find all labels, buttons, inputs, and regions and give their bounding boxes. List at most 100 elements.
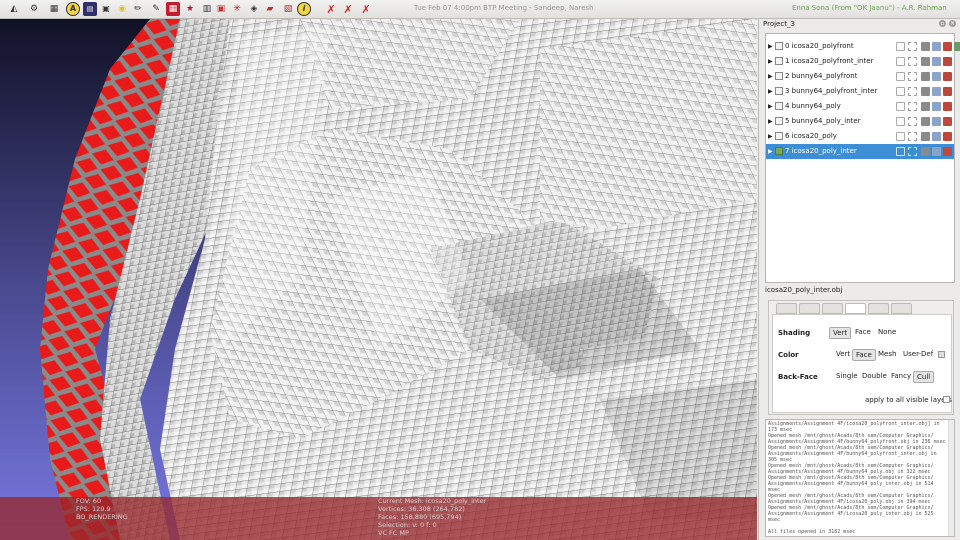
layer-paint-icon[interactable] (943, 132, 952, 141)
layer-info-icon[interactable] (896, 102, 905, 111)
backface-cull-option[interactable]: Cull (913, 371, 935, 383)
color-vert-option[interactable]: Vert (833, 349, 853, 359)
visibility-checkbox[interactable] (775, 42, 783, 50)
layer-info-icon[interactable] (896, 87, 905, 96)
layer-tag-icon[interactable] (921, 132, 930, 141)
scan-icon[interactable]: ▧ (281, 2, 295, 16)
visibility-checkbox[interactable] (775, 117, 783, 125)
layer-select-icon[interactable] (908, 72, 917, 81)
layer-select-icon[interactable] (908, 117, 917, 126)
layer-paint-icon[interactable] (943, 57, 952, 66)
layer-tag-icon[interactable] (921, 57, 930, 66)
color-face-option[interactable]: Face (852, 349, 876, 361)
help-icon[interactable]: i (297, 2, 311, 16)
splat-icon[interactable]: ▥ (200, 2, 214, 16)
layer-paint-icon[interactable] (943, 102, 952, 111)
backface-fancy-option[interactable]: Fancy (888, 371, 914, 381)
disk-icon[interactable]: ◭ (7, 2, 21, 16)
layer-tag-icon[interactable] (921, 72, 930, 81)
expand-arrow-icon[interactable]: ▶ (768, 88, 773, 95)
layer-color-icon[interactable] (932, 117, 941, 126)
layer-tag-icon[interactable] (921, 87, 930, 96)
layer-row-5[interactable]: ▶ 5 bunny64_poly_inter (766, 114, 954, 129)
expand-arrow-icon[interactable]: ▶ (768, 103, 773, 110)
expand-arrow-icon[interactable]: ▶ (768, 58, 773, 65)
settings-icon[interactable]: ⚙ (27, 2, 41, 16)
expand-arrow-icon[interactable]: ▶ (768, 118, 773, 125)
float-button[interactable]: ▫ (939, 20, 946, 27)
backface-double-option[interactable]: Double (859, 371, 890, 381)
layer-select-icon[interactable] (908, 87, 917, 96)
log-scrollbar[interactable] (948, 420, 954, 536)
plugin-icon[interactable]: ▦ (166, 2, 180, 16)
tab-hidden-lines[interactable] (822, 303, 843, 314)
layer-row-1[interactable]: ▶ 1 icosa20_polyfront_inter (766, 54, 954, 69)
user-color-swatch[interactable] (938, 351, 945, 358)
colors-icon[interactable]: ▣ (99, 2, 113, 16)
layer-tag-icon[interactable] (921, 147, 930, 156)
info-box-icon[interactable]: ▤ (83, 2, 97, 16)
visibility-checkbox[interactable] (775, 87, 783, 95)
layer-paint-icon[interactable] (943, 42, 952, 51)
layer-info-icon[interactable] (896, 117, 905, 126)
layer-decorate-icon[interactable] (954, 42, 960, 51)
layer-color-icon[interactable] (932, 132, 941, 141)
visibility-checkbox[interactable] (775, 147, 783, 155)
layer-tag-icon[interactable] (921, 42, 930, 51)
expand-arrow-icon[interactable]: ▶ (768, 133, 773, 140)
tab-solid[interactable] (845, 303, 866, 314)
tab-bounding-box[interactable] (868, 303, 889, 314)
layer-select-icon[interactable] (908, 132, 917, 141)
layer-row-7[interactable]: ▶ 7 icosa20_poly_inter (766, 144, 954, 159)
shading-none-option[interactable]: None (875, 327, 899, 337)
backface-single-option[interactable]: Single (833, 371, 861, 381)
layer-paint-icon[interactable] (943, 72, 952, 81)
layer-select-icon[interactable] (908, 42, 917, 51)
cross-2-icon[interactable]: ✗ (341, 2, 355, 16)
layer-select-icon[interactable] (908, 147, 917, 156)
flip-icon[interactable]: ▣ (214, 2, 228, 16)
layer-info-icon[interactable] (896, 42, 905, 51)
tab-texture[interactable] (891, 303, 912, 314)
layer-tag-icon[interactable] (921, 102, 930, 111)
layer-color-icon[interactable] (932, 57, 941, 66)
sphere-icon[interactable]: ✳ (230, 2, 244, 16)
layer-info-icon[interactable] (896, 57, 905, 66)
cross-1-icon[interactable]: ✗ (324, 2, 338, 16)
grid-icon[interactable]: ▦ (47, 2, 61, 16)
layer-select-icon[interactable] (908, 102, 917, 111)
layer-color-icon[interactable] (932, 42, 941, 51)
layer-info-icon[interactable] (896, 132, 905, 141)
cross-3-icon[interactable]: ✗ (359, 2, 373, 16)
expand-arrow-icon[interactable]: ▶ (768, 148, 773, 155)
expand-arrow-icon[interactable]: ▶ (768, 73, 773, 80)
layer-info-icon[interactable] (896, 72, 905, 81)
layer-tag-icon[interactable] (921, 117, 930, 126)
visibility-checkbox[interactable] (775, 132, 783, 140)
layer-color-icon[interactable] (932, 147, 941, 156)
layer-info-icon[interactable] (896, 147, 905, 156)
visibility-checkbox[interactable] (775, 102, 783, 110)
layer-row-0[interactable]: ▶ 0 icosa20_polyfront (766, 39, 960, 54)
expand-arrow-icon[interactable]: ▶ (768, 43, 773, 50)
close-icon[interactable]: × (949, 20, 956, 27)
apply-all-checkbox[interactable] (943, 396, 950, 403)
layer-row-2[interactable]: ▶ 2 bunny64_polyfront (766, 69, 954, 84)
visibility-checkbox[interactable] (775, 57, 783, 65)
layer-row-6[interactable]: ▶ 6 icosa20_poly (766, 129, 954, 144)
layer-row-3[interactable]: ▶ 3 bunny64_polyfront_inter (766, 84, 954, 99)
layer-icon[interactable]: ✎ (149, 2, 163, 16)
shading-face-option[interactable]: Face (852, 327, 874, 337)
visibility-checkbox[interactable] (775, 72, 783, 80)
compass-icon[interactable]: ◈ (247, 2, 261, 16)
color-mesh-option[interactable]: Mesh (875, 349, 899, 359)
layer-row-4[interactable]: ▶ 4 bunny64_poly (766, 99, 954, 114)
ink-icon[interactable]: ◉ (115, 2, 129, 16)
tab-points[interactable] (776, 303, 797, 314)
cluster-icon[interactable]: ★ (183, 2, 197, 16)
layer-color-icon[interactable] (932, 87, 941, 96)
layer-paint-icon[interactable] (943, 117, 952, 126)
layer-paint-icon[interactable] (943, 87, 952, 96)
layer-color-icon[interactable] (932, 102, 941, 111)
color-userdef-option[interactable]: User-Def (900, 349, 936, 359)
